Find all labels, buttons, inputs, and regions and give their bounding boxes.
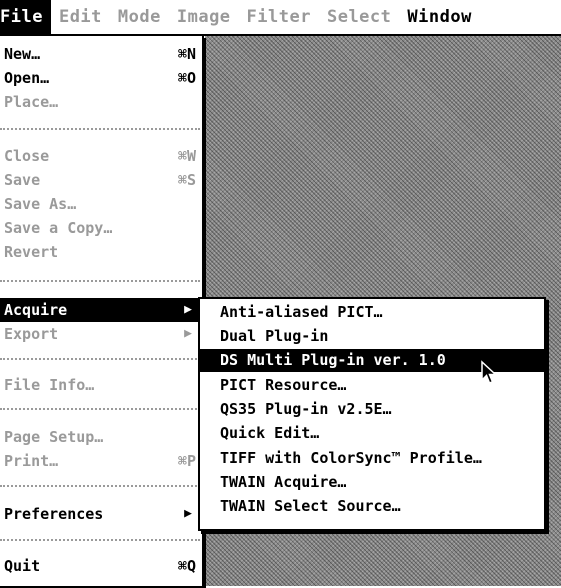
menu-item-close[interactable]: Close ⌘W xyxy=(0,144,200,168)
menu-file[interactable]: File xyxy=(0,0,51,34)
menu-item-save-as[interactable]: Save As… xyxy=(0,192,200,216)
shortcut-label: ⌘Q xyxy=(177,557,196,575)
submenu-item-anti-aliased-pict[interactable]: Anti-aliased PICT… xyxy=(200,301,544,324)
menu-item-export[interactable]: Export ▶ xyxy=(0,322,200,346)
menu-item-label: Close xyxy=(4,147,50,165)
triangle-right-icon: ▶ xyxy=(184,326,192,341)
submenu-item-qs35-plug-in[interactable]: QS35 Plug-in v2.5E… xyxy=(200,398,544,421)
menu-separator xyxy=(0,280,200,282)
submenu-item-label: DS Multi Plug-in ver. 1.0 xyxy=(220,351,446,369)
submenu-item-label: Quick Edit… xyxy=(220,424,320,442)
menu-select[interactable]: Select xyxy=(319,0,399,34)
menu-item-label: Print… xyxy=(4,452,59,470)
menu-edit[interactable]: Edit xyxy=(51,0,110,34)
menu-window[interactable]: Window xyxy=(399,0,479,34)
menu-separator xyxy=(0,408,200,410)
submenu-item-label: Anti-aliased PICT… xyxy=(220,303,383,321)
menu-item-label: Open… xyxy=(4,69,50,87)
triangle-right-icon: ▶ xyxy=(184,302,192,317)
menu-item-label: File Info… xyxy=(4,376,95,394)
menu-item-label: New… xyxy=(4,45,41,63)
menu-item-place[interactable]: Place… xyxy=(0,90,200,114)
menu-item-acquire[interactable]: Acquire ▶ xyxy=(0,298,200,322)
menu-item-label: Save As… xyxy=(4,195,77,213)
menu-item-quit[interactable]: Quit ⌘Q xyxy=(0,554,200,578)
menu-item-save-a-copy[interactable]: Save a Copy… xyxy=(0,216,200,240)
shortcut-label: ⌘O xyxy=(177,69,196,87)
file-menu: New… ⌘N Open… ⌘O Place… Close ⌘W Save ⌘S… xyxy=(0,36,204,588)
menu-item-preferences[interactable]: Preferences ▶ xyxy=(0,502,200,526)
menu-item-label: Preferences xyxy=(4,505,104,523)
submenu-item-label: PICT Resource… xyxy=(220,376,347,394)
menu-filter[interactable]: Filter xyxy=(239,0,319,34)
submenu-item-twain-acquire[interactable]: TWAIN Acquire… xyxy=(200,471,544,494)
menu-separator xyxy=(0,128,200,130)
submenu-item-label: Dual Plug-in xyxy=(220,327,329,345)
acquire-submenu: Anti-aliased PICT… Dual Plug-in DS Multi… xyxy=(198,297,546,531)
menu-item-new[interactable]: New… ⌘N xyxy=(0,42,200,66)
menu-item-revert[interactable]: Revert xyxy=(0,240,200,264)
submenu-item-quick-edit[interactable]: Quick Edit… xyxy=(200,422,544,445)
menu-item-label: Save a Copy… xyxy=(4,219,113,237)
shortcut-label: ⌘N xyxy=(177,45,196,63)
menu-item-file-info[interactable]: File Info… xyxy=(0,373,200,397)
shortcut-label: ⌘W xyxy=(177,147,196,165)
menu-item-label: Acquire xyxy=(4,301,68,319)
menu-separator xyxy=(0,485,200,487)
submenu-item-label: TWAIN Select Source… xyxy=(220,497,401,515)
menu-item-page-setup[interactable]: Page Setup… xyxy=(0,425,200,449)
submenu-item-twain-select-source[interactable]: TWAIN Select Source… xyxy=(200,495,544,518)
arrow-pointer-icon xyxy=(481,360,498,384)
submenu-item-label: QS35 Plug-in v2.5E… xyxy=(220,400,392,418)
menu-item-print[interactable]: Print… ⌘P xyxy=(0,449,200,473)
submenu-item-dual-plug-in[interactable]: Dual Plug-in xyxy=(200,325,544,348)
menu-separator xyxy=(0,539,200,541)
menu-item-label: Export xyxy=(4,325,59,343)
submenu-item-label: TWAIN Acquire… xyxy=(220,473,347,491)
menu-item-label: Save xyxy=(4,171,41,189)
shortcut-label: ⌘P xyxy=(177,452,196,470)
menu-item-label: Quit xyxy=(4,557,41,575)
menu-mode[interactable]: Mode xyxy=(110,0,169,34)
menu-separator xyxy=(0,358,200,360)
submenu-item-tiff-colorsync[interactable]: TIFF with ColorSync™ Profile… xyxy=(200,447,544,470)
menu-item-save[interactable]: Save ⌘S xyxy=(0,168,200,192)
menu-bar: File Edit Mode Image Filter Select Windo… xyxy=(0,0,561,36)
menu-item-label: Page Setup… xyxy=(4,428,104,446)
submenu-item-label: TIFF with ColorSync™ Profile… xyxy=(220,449,482,467)
menu-item-label: Place… xyxy=(4,93,59,111)
menu-item-open[interactable]: Open… ⌘O xyxy=(0,66,200,90)
shortcut-label: ⌘S xyxy=(177,171,196,189)
menu-item-label: Revert xyxy=(4,243,59,261)
triangle-right-icon: ▶ xyxy=(184,506,192,521)
menu-image[interactable]: Image xyxy=(169,0,239,34)
